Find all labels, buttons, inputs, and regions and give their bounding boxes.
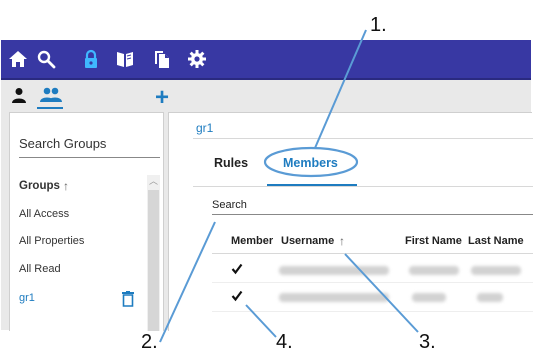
groups-scrollbar[interactable]: ︿: [147, 175, 160, 331]
callout-3: 3.: [419, 331, 436, 353]
search-groups-input[interactable]: Search Groups: [19, 136, 159, 151]
members-search-input[interactable]: Search: [212, 199, 247, 211]
group-item-all-properties[interactable]: All Properties: [19, 235, 84, 247]
group-item-all-access[interactable]: All Access: [19, 208, 69, 220]
scroll-thumb[interactable]: [148, 190, 159, 331]
groups-panel: Search Groups Groups ↑ All Access All Pr…: [9, 112, 164, 331]
group-item-all-read[interactable]: All Read: [19, 263, 61, 275]
scroll-up-arrow[interactable]: ︿: [149, 174, 158, 187]
book-icon[interactable]: [115, 49, 135, 69]
app-frame: + Search Groups Groups ↑ All Access All …: [1, 80, 533, 331]
members-search-underline: [212, 214, 533, 215]
groups-header[interactable]: Groups: [19, 180, 60, 192]
col-username[interactable]: Username: [281, 235, 334, 247]
username-redacted: [279, 293, 389, 302]
username-redacted: [279, 266, 389, 275]
callout-4: 4.: [276, 331, 293, 353]
col-first-name[interactable]: First Name: [405, 235, 462, 247]
gear-icon[interactable]: [187, 49, 207, 69]
user-icon[interactable]: [11, 87, 27, 103]
tabs-divider: [193, 186, 533, 187]
last-name-redacted: [471, 266, 521, 275]
first-name-redacted: [409, 266, 459, 275]
search-groups-underline: [19, 157, 160, 158]
group-item-gr1[interactable]: gr1: [19, 292, 35, 304]
top-toolbar: [1, 40, 531, 80]
col-member[interactable]: Member: [231, 235, 273, 247]
group-title: gr1: [196, 121, 214, 135]
table-row: [212, 254, 533, 282]
search-icon[interactable]: [36, 49, 56, 69]
tab-rules[interactable]: Rules: [214, 156, 248, 170]
table-row: [212, 283, 533, 311]
documents-icon[interactable]: [152, 49, 172, 69]
col-last-name[interactable]: Last Name: [468, 235, 524, 247]
first-name-redacted: [412, 293, 446, 302]
lock-icon[interactable]: [81, 49, 101, 69]
row-divider: [212, 311, 533, 312]
member-checkbox[interactable]: [231, 290, 243, 302]
groups-sort-arrow[interactable]: ↑: [63, 179, 69, 193]
group-detail-panel: gr1 Rules Members Search Member Username…: [168, 112, 533, 331]
add-group-button[interactable]: +: [155, 86, 169, 110]
delete-icon[interactable]: [122, 291, 134, 307]
group-tab-underline: [37, 107, 63, 109]
last-name-redacted: [477, 293, 503, 302]
home-icon[interactable]: [8, 49, 28, 69]
group-icon[interactable]: [39, 86, 63, 104]
callout-1: 1.: [370, 14, 387, 36]
callout-2: 2.: [141, 331, 158, 353]
username-sort-arrow[interactable]: ↑: [339, 234, 345, 248]
tab-members[interactable]: Members: [283, 156, 338, 170]
title-divider: [193, 138, 533, 139]
member-checkbox[interactable]: [231, 263, 243, 275]
